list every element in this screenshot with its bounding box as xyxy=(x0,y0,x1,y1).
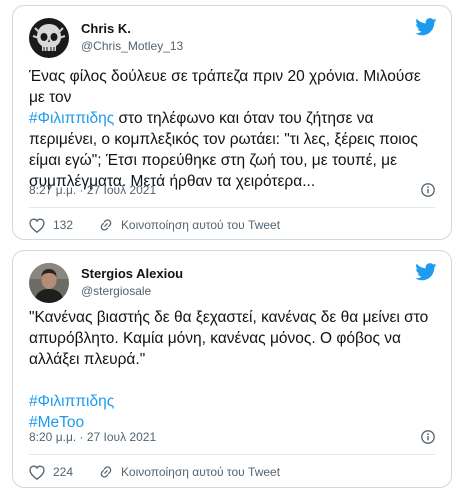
share-label: Κοινοποίηση αυτού του Tweet xyxy=(121,218,281,232)
twitter-bird-icon[interactable] xyxy=(415,18,437,36)
info-icon[interactable] xyxy=(421,430,435,444)
divider xyxy=(29,207,435,208)
like-count: 132 xyxy=(53,218,74,232)
share-button[interactable]: Κοινοποίηση αυτού του Tweet xyxy=(99,218,280,232)
author-handle[interactable]: @Chris_Motley_13 xyxy=(81,39,183,53)
tweet-actions: 132 Κοινοποίηση αυτού του Tweet xyxy=(29,215,435,235)
author-handle[interactable]: @stergiosale xyxy=(81,284,151,298)
link-icon xyxy=(100,219,112,231)
hashtag-link[interactable]: #Φιλιππιδης xyxy=(29,391,437,412)
share-button[interactable]: Κοινοποίηση αυτού του Tweet xyxy=(99,465,280,479)
twitter-bird-icon[interactable] xyxy=(415,263,437,281)
heart-icon xyxy=(29,464,45,480)
author-name[interactable]: Stergios Alexiou xyxy=(81,266,183,281)
heart-icon xyxy=(29,217,45,233)
divider xyxy=(29,454,435,455)
tweet-text-part: Ένας φίλος δούλευε σε τράπεζα πριν 20 χρ… xyxy=(29,68,421,106)
author-name[interactable]: Chris K. xyxy=(81,21,131,36)
tweet-actions: 224 Κοινοποίηση αυτού του Tweet xyxy=(29,462,435,482)
timestamp[interactable]: 8:20 μ.μ. · 27 Ιουλ 2021 xyxy=(29,430,156,444)
quote-text: "Κανένας βιαστής δε θα ξεχαστεί, κανένας… xyxy=(29,309,429,368)
share-label: Κοινοποίηση αυτού του Tweet xyxy=(121,465,281,479)
tweet-card[interactable]: Chris K. @Chris_Motley_13 Ένας φίλος δού… xyxy=(12,5,452,240)
tweet-text: "Κανένας βιαστής δε θα ξεχαστεί, κανένας… xyxy=(29,307,437,433)
profile-photo-avatar[interactable] xyxy=(29,263,69,303)
tweet-text: Ένας φίλος δούλευε σε τράπεζα πριν 20 χρ… xyxy=(29,66,437,192)
info-icon[interactable] xyxy=(421,183,435,197)
like-button[interactable]: 132 xyxy=(29,217,74,233)
tweet-card[interactable]: Stergios Alexiou @stergiosale "Κανένας β… xyxy=(12,250,452,488)
timestamp[interactable]: 8:27 μ.μ. · 27 Ιουλ 2021 xyxy=(29,183,156,197)
skull-avatar-icon[interactable] xyxy=(29,18,69,58)
link-icon xyxy=(100,466,112,478)
like-count: 224 xyxy=(53,465,74,479)
like-button[interactable]: 224 xyxy=(29,464,74,480)
hashtag-link[interactable]: #Φιλιππιδης xyxy=(29,110,114,127)
